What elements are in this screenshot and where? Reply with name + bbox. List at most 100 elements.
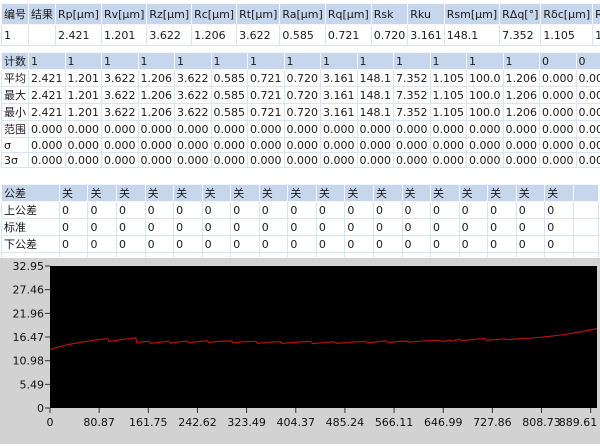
- column-header[interactable]: Rz[μm]: [147, 4, 192, 25]
- tolerance-value-cell[interactable]: 0: [145, 219, 174, 236]
- tolerance-value-cell[interactable]: 0: [174, 219, 203, 236]
- tolerance-value-cell[interactable]: 0: [345, 236, 374, 253]
- tolerance-value-cell[interactable]: 0: [316, 202, 345, 219]
- column-header[interactable]: Rq[μm]: [325, 4, 371, 25]
- tolerance-value-cell[interactable]: 0: [516, 236, 545, 253]
- result-cell[interactable]: 1.201: [101, 25, 146, 46]
- result-cell[interactable]: 2.421: [56, 25, 102, 46]
- tolerance-toggle[interactable]: 关: [545, 185, 574, 202]
- tolerance-value-cell[interactable]: 0: [459, 236, 488, 253]
- tolerance-toggle[interactable]: 关: [345, 185, 374, 202]
- tolerance-toggle[interactable]: 关: [516, 185, 545, 202]
- tolerance-value-cell[interactable]: 0: [59, 202, 88, 219]
- result-cell[interactable]: 148.1: [444, 25, 499, 46]
- tolerance-value-cell[interactable]: 0: [259, 202, 288, 219]
- tolerance-value-cell[interactable]: 0: [259, 219, 288, 236]
- column-header[interactable]: Rδc[μm]: [541, 4, 593, 25]
- result-cell[interactable]: 1.206: [192, 25, 237, 46]
- tolerance-value-cell[interactable]: 0: [231, 236, 260, 253]
- tolerance-value-cell[interactable]: 0: [117, 219, 146, 236]
- tolerance-toggle[interactable]: 关: [231, 185, 260, 202]
- tolerance-value-cell[interactable]: 0: [88, 236, 117, 253]
- result-cell[interactable]: 3.622: [237, 25, 280, 46]
- tolerance-value-cell[interactable]: 0: [345, 219, 374, 236]
- tolerance-value-cell[interactable]: 0: [488, 202, 517, 219]
- tolerance-value-cell[interactable]: 0: [488, 219, 517, 236]
- tolerance-value-cell[interactable]: 0: [231, 219, 260, 236]
- tolerance-value-cell[interactable]: 0: [59, 236, 88, 253]
- tolerance-value-cell[interactable]: 0: [345, 202, 374, 219]
- result-cell[interactable]: 0.585: [280, 25, 325, 46]
- tolerance-value-cell[interactable]: 0: [516, 219, 545, 236]
- result-cell[interactable]: 3.622: [147, 25, 192, 46]
- tolerance-value-cell[interactable]: 0: [373, 202, 402, 219]
- tolerance-value-cell[interactable]: 0: [288, 219, 317, 236]
- tolerance-value-cell[interactable]: 0: [459, 202, 488, 219]
- column-header[interactable]: RΔq[°]: [500, 4, 541, 25]
- tolerance-value-cell[interactable]: 0: [373, 219, 402, 236]
- tolerance-value-cell[interactable]: 0: [431, 236, 460, 253]
- tolerance-toggle[interactable]: 关: [431, 185, 460, 202]
- tolerance-toggle[interactable]: 关: [402, 185, 431, 202]
- tolerance-value-cell[interactable]: 0: [316, 236, 345, 253]
- tolerance-toggle[interactable]: 关: [88, 185, 117, 202]
- column-header[interactable]: 编号: [2, 4, 29, 25]
- tolerance-value-cell[interactable]: 0: [202, 236, 231, 253]
- tolerance-value-cell[interactable]: 0: [488, 236, 517, 253]
- tolerance-toggle[interactable]: 关: [174, 185, 203, 202]
- tolerance-value-cell[interactable]: 0: [145, 236, 174, 253]
- result-row[interactable]: 12.4211.2013.6221.2063.6220.5850.7210.72…: [2, 25, 600, 46]
- tolerance-value-cell[interactable]: 0: [202, 219, 231, 236]
- tolerance-value-cell[interactable]: 0: [431, 202, 460, 219]
- result-cell[interactable]: 3.161: [408, 25, 445, 46]
- tolerance-toggle[interactable]: 关: [202, 185, 231, 202]
- column-header[interactable]: Rku: [408, 4, 445, 25]
- column-header[interactable]: Rp[μm]: [56, 4, 102, 25]
- result-cell[interactable]: 0.721: [325, 25, 371, 46]
- tolerance-value-cell[interactable]: 0: [174, 236, 203, 253]
- tolerance-value-cell[interactable]: 0: [402, 202, 431, 219]
- tolerance-toggle[interactable]: 关: [459, 185, 488, 202]
- result-cell[interactable]: 1.105: [541, 25, 593, 46]
- tolerance-value-cell[interactable]: 0: [59, 219, 88, 236]
- tolerance-value-cell[interactable]: 0: [373, 236, 402, 253]
- tolerance-value-cell[interactable]: 0: [402, 236, 431, 253]
- tolerance-value-cell[interactable]: 0: [516, 202, 545, 219]
- tolerance-value-cell[interactable]: 0: [431, 219, 460, 236]
- column-header[interactable]: Rt[μm]: [237, 4, 280, 25]
- tolerance-value-cell[interactable]: 0: [288, 236, 317, 253]
- tolerance-value-cell[interactable]: 0: [459, 219, 488, 236]
- column-header[interactable]: Rv[μm]: [101, 4, 146, 25]
- result-cell[interactable]: 100.0: [593, 25, 600, 46]
- column-header[interactable]: 结果: [29, 4, 56, 25]
- tolerance-value-cell[interactable]: 0: [117, 236, 146, 253]
- tolerance-value-cell[interactable]: 0: [117, 202, 146, 219]
- tolerance-value-cell[interactable]: 0: [402, 219, 431, 236]
- tolerance-toggle[interactable]: 关: [145, 185, 174, 202]
- column-header[interactable]: Rc[μm]: [192, 4, 237, 25]
- result-cell[interactable]: 0.720: [371, 25, 408, 46]
- column-header[interactable]: Rmr[%]: [593, 4, 600, 25]
- tolerance-value-cell[interactable]: 0: [202, 202, 231, 219]
- column-header[interactable]: Rsk: [371, 4, 408, 25]
- tolerance-value-cell[interactable]: 0: [88, 219, 117, 236]
- tolerance-value-cell[interactable]: 0: [545, 236, 574, 253]
- result-cell[interactable]: 1: [2, 25, 29, 46]
- result-cell[interactable]: [29, 25, 56, 46]
- tolerance-value-cell[interactable]: 0: [88, 202, 117, 219]
- tolerance-value-cell[interactable]: 0: [145, 202, 174, 219]
- column-header[interactable]: Rsm[μm]: [444, 4, 499, 25]
- tolerance-value-cell[interactable]: 0: [545, 219, 574, 236]
- tolerance-value-cell[interactable]: 0: [259, 236, 288, 253]
- column-header[interactable]: Ra[μm]: [280, 4, 325, 25]
- tolerance-value-cell[interactable]: 0: [231, 202, 260, 219]
- tolerance-value-cell[interactable]: 0: [316, 219, 345, 236]
- tolerance-toggle[interactable]: 关: [316, 185, 345, 202]
- tolerance-toggle[interactable]: 关: [488, 185, 517, 202]
- tolerance-toggle[interactable]: 关: [259, 185, 288, 202]
- tolerance-value-cell[interactable]: 0: [174, 202, 203, 219]
- tolerance-toggle[interactable]: 关: [288, 185, 317, 202]
- tolerance-value-cell[interactable]: 0: [288, 202, 317, 219]
- tolerance-value-cell[interactable]: 0: [545, 202, 574, 219]
- tolerance-toggle[interactable]: 关: [59, 185, 88, 202]
